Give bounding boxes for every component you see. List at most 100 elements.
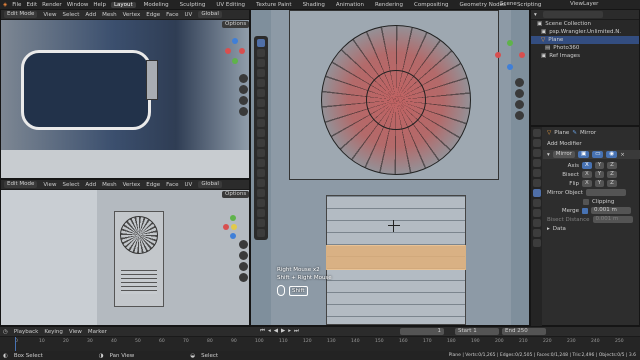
rotate-icon[interactable] [257, 69, 265, 77]
axis-z-toggle[interactable]: Z [607, 162, 617, 169]
smooth-icon[interactable] [257, 189, 265, 197]
grid-icon[interactable] [514, 111, 524, 120]
bevel-icon[interactable] [257, 139, 265, 147]
data-tab-icon[interactable] [532, 229, 541, 237]
outliner-item[interactable]: ▤ Photo360 [531, 44, 639, 52]
scene-selector[interactable]: Scene [500, 1, 517, 7]
menu-uv[interactable]: UV [185, 12, 193, 18]
orientation-selector[interactable]: Global [198, 11, 222, 18]
play-icon[interactable]: ▶ [281, 328, 285, 335]
jump-end-icon[interactable]: ⏭ [294, 328, 299, 335]
bisect-y-toggle[interactable]: Y [594, 171, 605, 178]
edit-mode-toggle[interactable]: ▣ [577, 151, 590, 158]
prev-key-icon[interactable]: ◂ [268, 328, 271, 335]
add-modifier-button[interactable]: Add Modifier [543, 139, 640, 148]
menu-playback[interactable]: Playback [14, 329, 39, 335]
start-frame-field[interactable]: Start 1 [455, 328, 499, 335]
zoom-icon[interactable] [238, 74, 248, 83]
inset-icon[interactable] [257, 129, 265, 137]
tab-scripting[interactable]: Scripting [514, 2, 544, 8]
grid-icon[interactable] [238, 107, 248, 116]
menu-select[interactable]: Select [62, 12, 79, 18]
grid-icon[interactable] [238, 273, 248, 282]
menu-view[interactable]: View [43, 12, 56, 18]
menu-face[interactable]: Face [166, 182, 178, 188]
tab-texture-paint[interactable]: Texture Paint [253, 2, 295, 8]
outliner-item[interactable]: ▽ Plane [531, 36, 639, 44]
menu-edge[interactable]: Edge [146, 12, 160, 18]
tab-modeling[interactable]: Modeling [141, 2, 172, 8]
viewport-bottom-left[interactable]: Edit Mode View Select Add Mesh Vertex Ed… [0, 179, 250, 326]
viewport-main[interactable]: Right Mouse x2 Shift + Right Mouse Shift [250, 9, 530, 326]
3d-cursor-icon[interactable] [388, 220, 400, 232]
selected-faces[interactable] [326, 245, 466, 270]
select-box-icon[interactable] [257, 39, 265, 47]
timeline-ruler[interactable]: 0 10 20 30 40 50 60 70 80 90 100 110 120 130 140 150 160… [0, 337, 640, 351]
annotate-icon[interactable] [257, 99, 265, 107]
bisect-z-toggle[interactable]: Z [607, 171, 617, 178]
measure-icon[interactable] [257, 109, 265, 117]
merge-checkbox[interactable] [582, 207, 588, 214]
clipping-checkbox[interactable] [583, 198, 589, 205]
close-icon[interactable]: × [620, 152, 625, 158]
loop-cut-icon[interactable] [257, 149, 265, 157]
outliner-search-input[interactable] [542, 11, 603, 18]
menu-vertex[interactable]: Vertex [123, 12, 141, 18]
tool-tab-icon[interactable] [532, 129, 541, 137]
mode-selector[interactable]: Edit Mode [4, 11, 38, 18]
outliner-scene-collection[interactable]: ▣ Scene Collection [531, 20, 639, 28]
modifier-tab-icon[interactable] [532, 189, 541, 197]
camera-icon[interactable] [238, 96, 248, 105]
render-tab-icon[interactable] [532, 139, 541, 147]
pan-hand-icon[interactable] [238, 85, 248, 94]
shear-icon[interactable] [257, 219, 265, 227]
tab-layout[interactable]: Layout [110, 1, 136, 8]
material-tab-icon[interactable] [532, 239, 541, 247]
menu-add[interactable]: Add [85, 182, 96, 188]
flip-x-toggle[interactable]: X [582, 180, 592, 187]
tab-rendering[interactable]: Rendering [372, 2, 406, 8]
timeline-editor-icon[interactable]: ◷ [3, 329, 8, 335]
orientation-selector[interactable]: Global [198, 181, 222, 188]
menu-view[interactable]: View [43, 182, 56, 188]
axis-x-toggle[interactable]: X [582, 162, 592, 169]
navigation-gizmo[interactable] [223, 215, 243, 239]
zoom-icon[interactable] [514, 78, 524, 87]
menu-uv[interactable]: UV [185, 182, 193, 188]
camera-icon[interactable] [514, 100, 524, 109]
knife-icon[interactable] [257, 159, 265, 167]
menu-face[interactable]: Face [166, 12, 178, 18]
collapse-icon[interactable]: ▾ [547, 152, 550, 158]
menu-add[interactable]: Add [85, 12, 96, 18]
blender-logo-icon[interactable]: ◈ [3, 2, 7, 8]
menu-window[interactable]: Window [67, 2, 89, 8]
camera-icon[interactable] [238, 262, 248, 271]
outliner-item[interactable]: ▣ Ref Images [531, 52, 639, 60]
mode-selector[interactable]: Edit Mode [4, 181, 38, 188]
menu-vertex[interactable]: Vertex [123, 182, 141, 188]
view-layer-selector[interactable]: ViewLayer [570, 1, 598, 7]
transform-icon[interactable] [257, 89, 265, 97]
world-tab-icon[interactable] [532, 169, 541, 177]
edge-slide-icon[interactable] [257, 199, 265, 207]
cursor-icon[interactable] [257, 49, 265, 57]
extrude-icon[interactable] [257, 119, 265, 127]
menu-keying[interactable]: Keying [44, 329, 62, 335]
modifier-header[interactable]: ▾ Mirror ▣ ▭ ◉ × [543, 150, 640, 159]
merge-distance-field[interactable]: 0.001 m [591, 207, 631, 214]
menu-file[interactable]: File [12, 2, 21, 8]
menu-view[interactable]: View [69, 329, 82, 335]
tab-compositing[interactable]: Compositing [411, 2, 451, 8]
menu-marker[interactable]: Marker [88, 329, 107, 335]
zoom-icon[interactable] [238, 240, 248, 249]
pan-hand-icon[interactable] [238, 251, 248, 260]
menu-mesh[interactable]: Mesh [102, 182, 116, 188]
tab-sculpting[interactable]: Sculpting [177, 2, 209, 8]
play-reverse-icon[interactable]: ◀ [274, 328, 278, 335]
tab-shading[interactable]: Shading [300, 2, 328, 8]
navigation-gizmo[interactable] [495, 40, 525, 70]
menu-edge[interactable]: Edge [146, 182, 160, 188]
viewport-top-left[interactable]: Edit Mode View Select Add Mesh Vertex Ed… [0, 9, 250, 179]
jump-start-icon[interactable]: ⏮ [260, 328, 265, 335]
axis-y-toggle[interactable]: Y [594, 162, 605, 169]
